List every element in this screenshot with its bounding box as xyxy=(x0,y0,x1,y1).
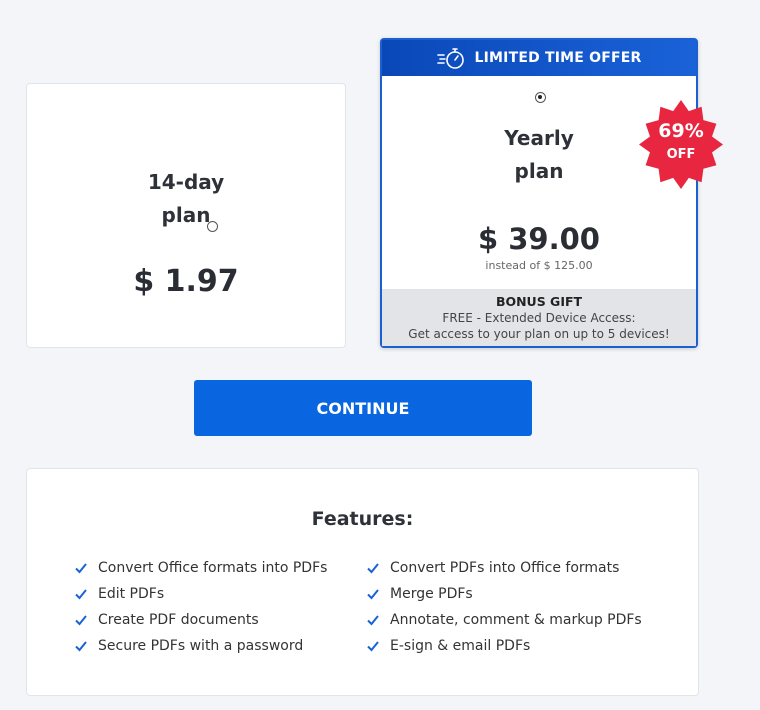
feature-label: E-sign & email PDFs xyxy=(390,638,531,654)
plan-name: 14-day plan xyxy=(27,166,345,232)
feature-label: Convert PDFs into Office formats xyxy=(390,560,620,576)
plan-yearly-radio[interactable] xyxy=(535,92,546,103)
bonus-gift-box: BONUS GIFT FREE - Extended Device Access… xyxy=(382,289,696,346)
plan-card-14-day[interactable]: 14-day plan $ 1.97 xyxy=(26,83,346,348)
plan-name-line1: 14-day xyxy=(147,170,225,194)
feature-label: Create PDF documents xyxy=(98,612,259,628)
limited-offer-banner: LIMITED TIME OFFER xyxy=(382,40,696,76)
features-list-right: Convert PDFs into Office formats Merge P… xyxy=(367,555,642,659)
feature-label: Annotate, comment & markup PDFs xyxy=(390,612,642,628)
checkmark-icon xyxy=(75,641,87,652)
checkmark-icon xyxy=(75,615,87,626)
plan-price: $ 39.00 xyxy=(477,222,600,256)
feature-item: Convert PDFs into Office formats xyxy=(367,555,642,581)
checkmark-icon xyxy=(75,589,87,600)
feature-item: Merge PDFs xyxy=(367,581,642,607)
stopwatch-icon xyxy=(436,48,464,69)
feature-label: Merge PDFs xyxy=(390,586,473,602)
discount-badge: 69% OFF xyxy=(629,92,733,196)
features-list-left: Convert Office formats into PDFs Edit PD… xyxy=(75,555,327,659)
plan-old-price: instead of $ 125.00 xyxy=(485,259,593,272)
feature-label: Edit PDFs xyxy=(98,586,165,602)
bonus-title: BONUS GIFT xyxy=(495,294,583,309)
plan-card-yearly[interactable]: LIMITED TIME OFFER Yearly plan $ 39.00 i… xyxy=(380,38,723,348)
continue-button[interactable]: CONTINUE xyxy=(194,380,532,436)
bonus-line2: Get access to your plan on up to 5 devic… xyxy=(408,327,670,341)
plan-price: $ 1.97 xyxy=(133,264,239,299)
feature-item: Create PDF documents xyxy=(75,607,327,633)
bonus-line1: FREE - Extended Device Access: xyxy=(442,311,636,325)
checkmark-icon xyxy=(367,641,379,652)
features-card: Features: Convert Office formats into PD… xyxy=(26,468,699,696)
checkmark-icon xyxy=(75,563,87,574)
feature-item: Annotate, comment & markup PDFs xyxy=(367,607,642,633)
checkmark-icon xyxy=(367,563,379,574)
feature-item: Edit PDFs xyxy=(75,581,327,607)
limited-offer-label: LIMITED TIME OFFER xyxy=(474,50,642,66)
checkmark-icon xyxy=(367,615,379,626)
feature-item: Secure PDFs with a password xyxy=(75,633,327,659)
feature-item: Convert Office formats into PDFs xyxy=(75,555,327,581)
plan-name-line2: plan xyxy=(161,203,211,227)
feature-item: E-sign & email PDFs xyxy=(367,633,642,659)
discount-percent: 69% xyxy=(658,120,704,142)
features-title: Features: xyxy=(311,508,414,530)
checkmark-icon xyxy=(367,589,379,600)
feature-label: Secure PDFs with a password xyxy=(98,638,304,654)
feature-label: Convert Office formats into PDFs xyxy=(98,560,328,576)
discount-off-label: OFF xyxy=(666,147,696,162)
